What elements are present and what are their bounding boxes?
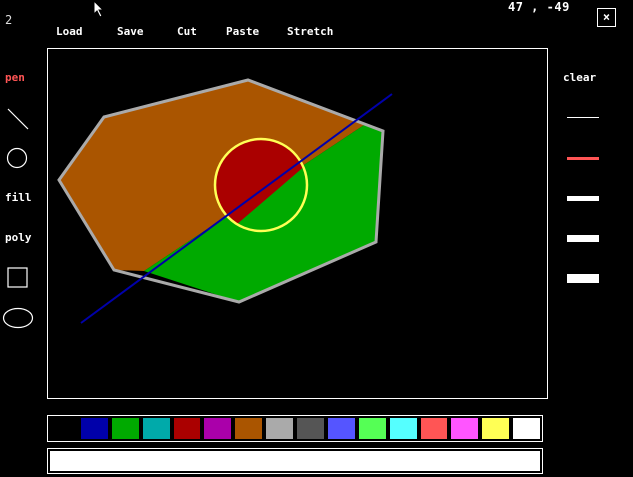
color-swatch[interactable] <box>297 418 324 439</box>
color-swatch[interactable] <box>327 418 355 439</box>
canvas-artwork <box>57 78 393 324</box>
tool-poly[interactable]: poly <box>5 231 32 244</box>
line-width-2[interactable] <box>567 157 599 160</box>
line-tool-icon[interactable] <box>7 108 29 130</box>
color-swatch[interactable] <box>50 418 77 439</box>
color-swatch[interactable] <box>173 418 201 439</box>
status-bar-fill <box>50 451 540 471</box>
circle-tool-icon[interactable] <box>6 147 28 169</box>
color-swatch[interactable] <box>451 418 479 439</box>
color-swatch[interactable] <box>111 418 139 439</box>
color-swatch[interactable] <box>358 418 386 439</box>
color-swatch[interactable] <box>80 418 108 439</box>
tool-pen[interactable]: pen <box>5 71 25 84</box>
line-width-1[interactable] <box>567 117 599 118</box>
color-swatch[interactable] <box>235 418 263 439</box>
rectangle-tool-icon[interactable] <box>7 267 29 289</box>
ellipse-tool-icon[interactable] <box>2 307 34 329</box>
color-swatch[interactable] <box>204 418 232 439</box>
drawing-canvas[interactable] <box>47 48 548 399</box>
color-swatch[interactable] <box>513 418 540 439</box>
status-bar <box>47 448 543 474</box>
clear-button[interactable]: clear <box>563 71 596 84</box>
color-swatch[interactable] <box>420 418 448 439</box>
menu-stretch[interactable]: Stretch <box>287 25 333 38</box>
line-width-4[interactable] <box>567 235 599 242</box>
mouse-cursor-icon <box>93 0 105 18</box>
menu-paste[interactable]: Paste <box>226 25 259 38</box>
line-width-5[interactable] <box>567 274 599 283</box>
color-swatch[interactable] <box>266 418 293 439</box>
menu-load[interactable]: Load <box>56 25 83 38</box>
color-swatch[interactable] <box>142 418 170 439</box>
coordinate-readout: 47 , -49 <box>508 0 570 14</box>
menu-save[interactable]: Save <box>117 25 144 38</box>
close-button[interactable]: × <box>597 8 616 27</box>
line-width-3[interactable] <box>567 196 599 201</box>
menu-cut[interactable]: Cut <box>177 25 197 38</box>
color-swatch[interactable] <box>389 418 417 439</box>
color-swatch[interactable] <box>482 418 510 439</box>
color-palette <box>47 415 543 442</box>
tool-fill[interactable]: fill <box>5 191 32 204</box>
page-number: 2 <box>5 13 13 27</box>
